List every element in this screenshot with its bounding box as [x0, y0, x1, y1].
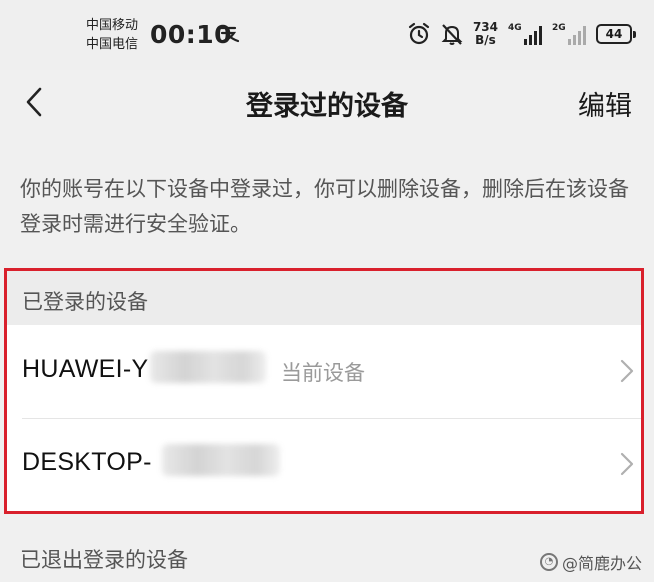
description-text: 你的账号在以下设备中登录过，你可以删除设备，删除后在该设备登录时需进行安全验证。	[20, 177, 629, 236]
watermark-text: @简鹿办公	[561, 554, 642, 573]
row-divider	[22, 418, 644, 419]
network-speed: 734 B/s	[473, 21, 498, 47]
signal-2-label: 2G	[552, 23, 566, 33]
device-name: DESKTOP-	[22, 448, 152, 476]
watermark: ◔ @简鹿办公	[539, 550, 642, 574]
redacted-device-id	[162, 444, 280, 476]
redacted-device-id	[150, 351, 266, 383]
status-icons: 734 B/s 4G 2G 44	[407, 18, 636, 50]
battery-icon: 44	[596, 24, 636, 44]
logged-out-section-title: 已退出登录的设备	[20, 548, 188, 572]
logged-in-section-title: 已登录的设备	[4, 268, 644, 325]
page-title: 登录过的设备	[246, 91, 408, 122]
network-speed-unit: B/s	[475, 33, 496, 47]
carrier-info: 中国移动 中国电信	[86, 16, 138, 54]
logged-in-devices-section: 已登录的设备 HUAWEI-Y 当前设备 DESKTOP-	[4, 268, 644, 514]
carrier-1: 中国移动	[86, 18, 139, 33]
carrier-2: 中国电信	[86, 37, 139, 52]
nfc-icon	[219, 26, 240, 43]
chevron-right-icon	[620, 452, 634, 476]
bell-muted-icon	[441, 24, 463, 45]
status-bar: 中国移动 中国电信 00:10 734 B/s 4G 2G 44	[0, 0, 654, 70]
signal-1-label: 4G	[508, 23, 522, 33]
device-name: HUAWEI-Y	[22, 355, 149, 383]
signal-2-icon: 2G	[552, 23, 586, 45]
nav-header: 登录过的设备 编辑	[0, 70, 654, 140]
device-row-desktop[interactable]: DESKTOP-	[4, 418, 644, 511]
device-row-huawei[interactable]: HUAWEI-Y 当前设备	[4, 325, 644, 418]
signal-1-icon: 4G	[508, 23, 542, 45]
alarm-icon	[408, 22, 430, 45]
current-device-tag: 当前设备	[281, 361, 365, 385]
edit-button[interactable]: 编辑	[578, 84, 632, 123]
watermark-logo-icon: ◔	[539, 553, 558, 571]
chevron-right-icon	[620, 359, 634, 383]
